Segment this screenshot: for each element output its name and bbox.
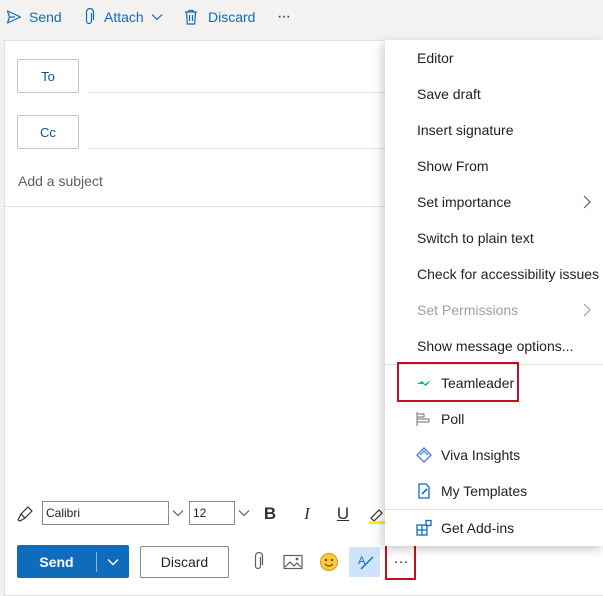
menu-item-check-accessibility[interactable]: Check for accessibility issues bbox=[385, 256, 603, 292]
menu-item-label: Insert signature bbox=[417, 122, 514, 138]
chevron-right-icon bbox=[583, 195, 591, 209]
poll-icon bbox=[416, 412, 430, 426]
menu-item-label: Show From bbox=[417, 158, 489, 174]
send-icon bbox=[6, 10, 22, 24]
chevron-right-icon bbox=[583, 303, 591, 317]
send-button-group: Send bbox=[17, 545, 129, 578]
menu-item-set-permissions: Set Permissions bbox=[385, 292, 603, 328]
send-options-dropdown[interactable] bbox=[97, 545, 129, 578]
font-size-input[interactable]: 12 bbox=[189, 501, 235, 525]
menu-item-label: Save draft bbox=[417, 86, 481, 102]
insert-picture-icon[interactable] bbox=[280, 549, 306, 575]
emoji-icon[interactable] bbox=[316, 549, 342, 575]
menu-item-show-from[interactable]: Show From bbox=[385, 148, 603, 184]
menu-item-get-add-ins[interactable]: Get Add-ins bbox=[385, 510, 603, 546]
menu-item-insert-signature[interactable]: Insert signature bbox=[385, 112, 603, 148]
menu-item-label: Get Add-ins bbox=[441, 520, 515, 536]
more-icon: ··· bbox=[277, 8, 291, 25]
cc-button[interactable]: Cc bbox=[17, 115, 79, 149]
font-dropdown-chevron-icon[interactable] bbox=[171, 505, 185, 521]
more-options-menu: Editor Save draft Insert signature Show … bbox=[385, 40, 603, 546]
editor-icon: A bbox=[358, 555, 373, 570]
teamleader-icon bbox=[417, 380, 431, 386]
paperclip-icon bbox=[85, 8, 95, 25]
menu-item-label: Set importance bbox=[417, 194, 512, 210]
font-name-input[interactable]: Calibri bbox=[42, 501, 169, 525]
chevron-down-icon bbox=[107, 558, 119, 565]
toolbar-discard-button[interactable]: Discard bbox=[184, 0, 255, 34]
menu-item-editor[interactable]: Editor bbox=[385, 40, 603, 76]
chevron-down-icon bbox=[151, 14, 163, 21]
get-add-ins-icon bbox=[416, 519, 432, 536]
highlight-icon[interactable] bbox=[367, 504, 385, 524]
menu-item-viva-insights[interactable]: Viva Insights bbox=[385, 437, 603, 473]
menu-item-set-importance[interactable]: Set importance bbox=[385, 184, 603, 220]
menu-item-show-message-options[interactable]: Show message options... bbox=[385, 328, 603, 364]
menu-item-label: Switch to plain text bbox=[417, 230, 534, 246]
menu-item-teamleader[interactable]: Teamleader bbox=[385, 365, 603, 401]
send-button[interactable]: Send bbox=[17, 545, 96, 578]
menu-item-label: Check for accessibility issues bbox=[417, 266, 600, 282]
attach-file-icon[interactable] bbox=[245, 549, 271, 575]
italic-button[interactable]: I bbox=[295, 502, 319, 526]
menu-item-label: Poll bbox=[441, 411, 465, 427]
underline-button[interactable]: U bbox=[331, 502, 355, 526]
top-toolbar: Send Attach Discard ··· bbox=[0, 0, 603, 36]
toolbar-attach-button[interactable]: Attach bbox=[82, 0, 163, 34]
trash-icon bbox=[185, 9, 197, 25]
toolbar-more-button[interactable]: ··· bbox=[277, 0, 291, 34]
menu-item-save-draft[interactable]: Save draft bbox=[385, 76, 603, 112]
toolbar-send-button[interactable]: Send bbox=[6, 0, 62, 34]
menu-item-label: Editor bbox=[417, 50, 454, 66]
menu-item-label: My Templates bbox=[441, 483, 528, 499]
menu-item-label: Set Permissions bbox=[417, 302, 519, 318]
menu-item-label: Show message options... bbox=[417, 338, 574, 354]
menu-item-poll[interactable]: Poll bbox=[385, 401, 603, 437]
toolbar-attach-label: Attach bbox=[104, 9, 144, 25]
format-painter-icon[interactable] bbox=[14, 503, 36, 525]
discard-button[interactable]: Discard bbox=[140, 546, 229, 578]
size-dropdown-chevron-icon[interactable] bbox=[237, 505, 251, 521]
menu-item-my-templates[interactable]: My Templates bbox=[385, 473, 603, 509]
viva-insights-icon bbox=[416, 447, 432, 463]
more-options-button[interactable]: ··· bbox=[388, 545, 414, 577]
subject-input[interactable]: Add a subject bbox=[18, 173, 103, 189]
menu-item-switch-to-plain-text[interactable]: Switch to plain text bbox=[385, 220, 603, 256]
toolbar-send-label: Send bbox=[29, 9, 62, 25]
toolbar-discard-label: Discard bbox=[208, 9, 256, 25]
menu-item-label: Viva Insights bbox=[441, 447, 521, 463]
menu-item-label: Teamleader bbox=[441, 375, 515, 391]
to-button[interactable]: To bbox=[17, 59, 79, 93]
my-templates-icon bbox=[418, 483, 430, 499]
bold-button[interactable]: B bbox=[258, 502, 282, 526]
editor-button[interactable]: A bbox=[349, 547, 380, 577]
